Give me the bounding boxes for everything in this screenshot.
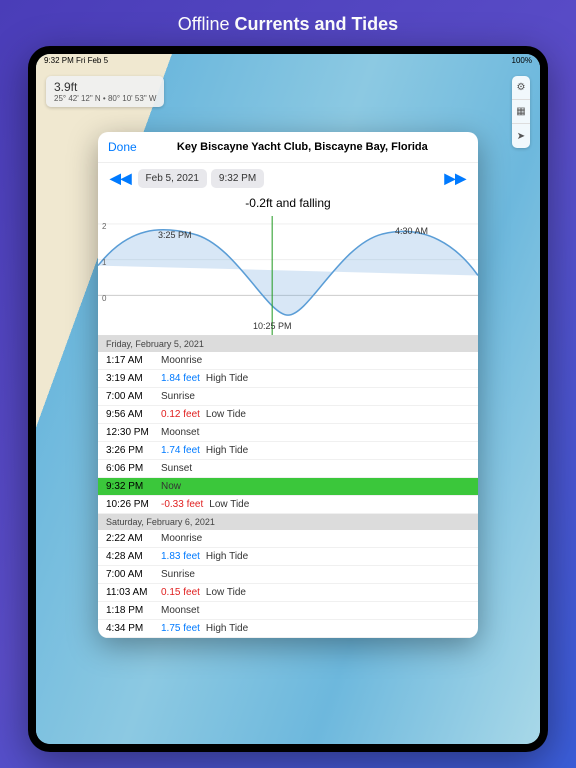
events-list[interactable]: Friday, February 5, 20211:17 AMMoonrise3… (98, 336, 478, 638)
event-time: 6:06 PM (106, 463, 161, 474)
event-label: High Tide (206, 551, 248, 562)
event-row[interactable]: 7:00 AMSunrise (98, 388, 478, 406)
status-bar: 9:32 PM Fri Feb 5 100% (36, 54, 540, 70)
event-time: 11:03 AM (106, 587, 161, 598)
locate-icon[interactable]: ➤ (512, 124, 530, 148)
settings-icon[interactable]: ⚙ (512, 76, 530, 100)
event-time: 12:30 PM (106, 427, 161, 438)
modal-title: Key Biscayne Yacht Club, Biscayne Bay, F… (137, 141, 468, 153)
event-value: 1.75 feet (161, 623, 200, 634)
event-row[interactable]: 3:19 AM1.84 feet High Tide (98, 370, 478, 388)
date-pill[interactable]: Feb 5, 2021 (138, 169, 207, 188)
event-time: 9:56 AM (106, 409, 161, 420)
prev-arrow-icon[interactable]: ◀◀ (108, 170, 134, 187)
event-time: 2:22 AM (106, 533, 161, 544)
event-label: High Tide (206, 623, 248, 634)
event-label: Sunrise (161, 391, 195, 402)
event-label: Low Tide (206, 587, 246, 598)
tide-status: -0.2ft and falling (98, 194, 478, 216)
modal-header: Done Key Biscayne Yacht Club, Biscayne B… (98, 132, 478, 163)
day-header: Saturday, February 6, 2021 (98, 514, 478, 530)
event-label: High Tide (206, 373, 248, 384)
status-time: 9:32 PM Fri Feb 5 (44, 56, 108, 68)
event-label: Sunset (161, 463, 192, 474)
tide-chart[interactable]: 2 1 0 3:25 PM 10:25 PM 4:30 AM (98, 216, 478, 336)
event-value: 0.12 feet (161, 409, 200, 420)
event-value: 1.84 feet (161, 373, 200, 384)
ipad-frame: 9:32 PM Fri Feb 5 100% 3.9ft 25° 42' 12"… (28, 46, 548, 752)
event-row[interactable]: 2:22 AMMoonrise (98, 530, 478, 548)
event-time: 1:18 PM (106, 605, 161, 616)
event-time: 3:19 AM (106, 373, 161, 384)
event-label: Now (161, 481, 181, 492)
event-value: 1.83 feet (161, 551, 200, 562)
event-row[interactable]: 12:30 PMMoonset (98, 424, 478, 442)
time-pill[interactable]: 9:32 PM (211, 169, 264, 188)
done-button[interactable]: Done (108, 140, 137, 154)
map-tools-panel: ⚙ ▦ ➤ (512, 76, 530, 148)
event-row[interactable]: 11:03 AM0.15 feet Low Tide (98, 584, 478, 602)
event-row[interactable]: 10:26 PM-0.33 feet Low Tide (98, 496, 478, 514)
event-label: Low Tide (206, 409, 246, 420)
ytick-0: 0 (102, 294, 106, 303)
next-arrow-icon[interactable]: ▶▶ (442, 170, 468, 187)
promo-bold: Currents and Tides (234, 14, 398, 34)
ipad-screen: 9:32 PM Fri Feb 5 100% 3.9ft 25° 42' 12"… (36, 54, 540, 744)
day-header: Friday, February 5, 2021 (98, 336, 478, 352)
event-time: 4:34 PM (106, 623, 161, 634)
event-value: -0.33 feet (161, 499, 203, 510)
event-row[interactable]: 3:26 PM1.74 feet High Tide (98, 442, 478, 460)
event-label: Moonset (161, 427, 199, 438)
layers-icon[interactable]: ▦ (512, 100, 530, 124)
event-row[interactable]: 6:06 PMSunset (98, 460, 478, 478)
date-picker-row: ◀◀ Feb 5, 2021 9:32 PM ▶▶ (98, 163, 478, 194)
event-label: High Tide (206, 445, 248, 456)
event-time: 7:00 AM (106, 569, 161, 580)
event-label: Moonset (161, 605, 199, 616)
event-label: Sunrise (161, 569, 195, 580)
event-label: Low Tide (209, 499, 249, 510)
chart-peak2-label: 4:30 AM (395, 226, 428, 236)
event-row[interactable]: 7:00 AMSunrise (98, 566, 478, 584)
ytick-2: 2 (102, 222, 106, 231)
ytick-1: 1 (102, 258, 106, 267)
event-value: 0.15 feet (161, 587, 200, 598)
event-time: 4:28 AM (106, 551, 161, 562)
event-label: Moonrise (161, 355, 202, 366)
event-time: 7:00 AM (106, 391, 161, 402)
promo-title: Offline Currents and Tides (0, 0, 576, 45)
chart-peak1-label: 3:25 PM (158, 230, 192, 240)
chart-trough-label: 10:25 PM (253, 321, 292, 331)
event-row[interactable]: 9:56 AM0.12 feet Low Tide (98, 406, 478, 424)
event-time: 10:26 PM (106, 499, 161, 510)
event-row[interactable]: 4:34 PM1.75 feet High Tide (98, 620, 478, 638)
event-time: 1:17 AM (106, 355, 161, 366)
promo-prefix: Offline (178, 14, 235, 34)
tide-modal: Done Key Biscayne Yacht Club, Biscayne B… (98, 132, 478, 638)
position-info-box[interactable]: 3.9ft 25° 42' 12" N • 80° 10' 53" W (46, 76, 164, 107)
event-row[interactable]: 9:32 PMNow (98, 478, 478, 496)
depth-value: 3.9ft (54, 80, 156, 94)
status-battery: 100% (512, 56, 532, 68)
event-row[interactable]: 4:28 AM1.83 feet High Tide (98, 548, 478, 566)
event-time: 3:26 PM (106, 445, 161, 456)
event-value: 1.74 feet (161, 445, 200, 456)
event-row[interactable]: 1:17 AMMoonrise (98, 352, 478, 370)
event-time: 9:32 PM (106, 481, 161, 492)
event-label: Moonrise (161, 533, 202, 544)
coordinates: 25° 42' 12" N • 80° 10' 53" W (54, 94, 156, 103)
event-row[interactable]: 1:18 PMMoonset (98, 602, 478, 620)
